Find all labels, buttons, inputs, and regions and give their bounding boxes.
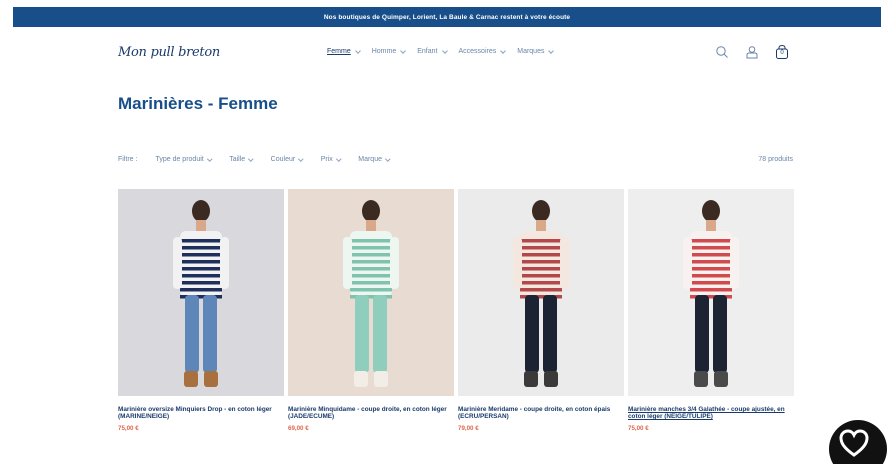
chevron-down-icon bbox=[206, 156, 212, 161]
product-card[interactable]: Marinière Minquidame - coupe droite, en … bbox=[288, 189, 454, 432]
product-card[interactable]: Marinière Meridame - coupe droite, en co… bbox=[458, 189, 624, 432]
chevron-down-icon bbox=[336, 156, 341, 161]
product-price: 75,00 € bbox=[118, 424, 139, 432]
chevron-down-icon bbox=[441, 47, 448, 54]
product-image[interactable] bbox=[628, 189, 794, 396]
filter-label: Filtre : bbox=[118, 156, 138, 163]
product-name[interactable]: Marinière manches 3/4 Galathée - coupe a… bbox=[628, 406, 794, 421]
product-name[interactable]: Marinière oversize Minquiers Drop - en c… bbox=[118, 406, 284, 421]
search-icon[interactable] bbox=[714, 44, 730, 60]
chevron-down-icon bbox=[248, 156, 254, 161]
cart-count: 0 bbox=[780, 50, 784, 56]
product-card[interactable]: Marinière manches 3/4 Galathée - coupe a… bbox=[628, 189, 794, 432]
page-title: Marinières - Femme bbox=[118, 94, 278, 113]
product-price: 69,00 € bbox=[288, 424, 309, 432]
account-icon[interactable] bbox=[744, 44, 760, 60]
product-count: 78 produits bbox=[758, 156, 793, 163]
nav-item-accessoires[interactable]: Accessoires bbox=[459, 47, 507, 55]
chevron-down-icon bbox=[500, 47, 507, 54]
chevron-down-icon bbox=[385, 156, 391, 161]
filter-marque[interactable]: Marque bbox=[358, 156, 391, 163]
announcement-bar: Nos boutiques de Quimper, Lorient, La Ba… bbox=[13, 7, 881, 27]
product-image[interactable] bbox=[288, 189, 454, 396]
heart-icon bbox=[839, 429, 869, 457]
product-price: 79,00 € bbox=[458, 424, 479, 432]
product-image[interactable] bbox=[118, 189, 284, 396]
product-name[interactable]: Marinière Meridame - coupe droite, en co… bbox=[458, 406, 624, 421]
product-name[interactable]: Marinière Minquidame - coupe droite, en … bbox=[288, 406, 454, 421]
cart-icon[interactable]: 0 bbox=[774, 44, 790, 60]
heart-chat-badge[interactable] bbox=[829, 420, 887, 464]
logo[interactable]: Mon pull breton bbox=[118, 45, 220, 60]
filter-couleur[interactable]: Couleur bbox=[271, 156, 304, 163]
filter-prix[interactable]: Prix bbox=[321, 156, 341, 163]
announcement-text: Nos boutiques de Quimper, Lorient, La Ba… bbox=[323, 13, 571, 21]
header-icons: 0 bbox=[714, 44, 790, 60]
chevron-down-icon bbox=[354, 47, 361, 54]
product-grid: Marinière oversize Minquiers Drop - en c… bbox=[118, 189, 794, 432]
filter-bar: Filtre : Type de produit Taille Couleur … bbox=[118, 156, 391, 163]
filter-type-de-produit[interactable]: Type de produit bbox=[155, 156, 212, 163]
product-price: 75,00 € bbox=[628, 424, 649, 432]
nav-item-femme[interactable]: Femme bbox=[327, 47, 361, 55]
chevron-down-icon bbox=[548, 47, 555, 54]
nav-item-marques[interactable]: Marques bbox=[517, 47, 555, 55]
filter-taille[interactable]: Taille bbox=[229, 156, 254, 163]
nav-item-enfant[interactable]: Enfant bbox=[417, 47, 448, 55]
nav-item-homme[interactable]: Homme bbox=[372, 47, 407, 55]
product-card[interactable]: Marinière oversize Minquiers Drop - en c… bbox=[118, 189, 284, 432]
chevron-down-icon bbox=[400, 47, 407, 54]
main-nav: Femme Homme Enfant Accessoires Marques bbox=[327, 47, 555, 55]
site-header: Mon pull breton Femme Homme Enfant Acces… bbox=[13, 27, 881, 82]
chevron-down-icon bbox=[298, 156, 304, 161]
product-image[interactable] bbox=[458, 189, 624, 396]
